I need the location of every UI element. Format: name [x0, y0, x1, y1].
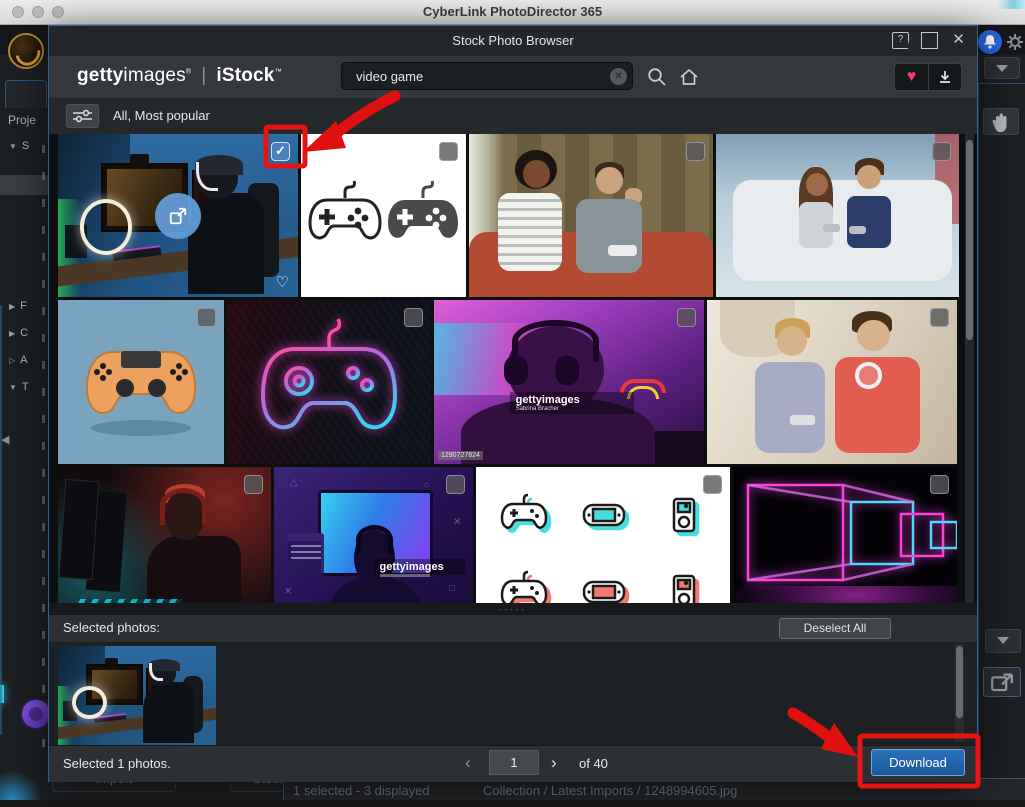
photo-kids-playing[interactable] — [716, 134, 959, 297]
tree-node[interactable]: ▶F — [9, 300, 27, 312]
panel-chevron-button[interactable] — [985, 629, 1021, 653]
photo-orange-gamepad[interactable] — [58, 300, 224, 464]
photo-checkbox[interactable] — [686, 142, 705, 161]
dialog-title: Stock Photo Browser — [49, 33, 977, 48]
photo-teen-boys[interactable] — [707, 300, 957, 464]
deselect-all-button[interactable]: Deselect All — [779, 618, 891, 639]
notification-bell-icon[interactable] — [978, 30, 1002, 54]
photo-grid: ♡ — [49, 134, 977, 603]
tree-node[interactable]: ▼S — [9, 140, 29, 152]
photo-checkbox[interactable] — [703, 475, 722, 494]
external-link-icon — [168, 206, 188, 226]
settings-gear-icon[interactable] — [1005, 32, 1025, 52]
photo-checkbox[interactable] — [271, 142, 290, 161]
status-file-path: Collection / Latest Imports / 1248994605… — [483, 783, 737, 798]
panel-collapse-handle[interactable]: ◀ — [1, 433, 9, 446]
dialog-titlebar[interactable]: Stock Photo Browser ? ✕ — [49, 26, 977, 56]
project-tab-label: Proje — [8, 113, 36, 127]
photo-id-label: 1290727824 — [438, 451, 483, 460]
status-selected-count: 1 selected - 3 displayed — [293, 783, 430, 798]
grid-scrollbar[interactable] — [965, 134, 974, 603]
search-box: ✕ — [341, 62, 633, 90]
photo-checkbox[interactable] — [930, 475, 949, 494]
photo-checkbox[interactable] — [244, 475, 263, 494]
selected-photo-thumbnail[interactable] — [58, 646, 216, 745]
library-selected-row[interactable] — [0, 175, 48, 195]
home-icon[interactable] — [678, 66, 700, 88]
search-icon[interactable] — [646, 66, 668, 88]
page-number-input[interactable]: 1 — [489, 750, 539, 775]
right-toolbar — [978, 83, 1025, 807]
photo-device-icons[interactable] — [476, 467, 730, 603]
maximize-icon[interactable] — [921, 32, 938, 49]
screen: CyberLink PhotoDirector 365 Proje ▼S ▶F … — [0, 0, 1025, 807]
filter-summary-label: All, Most popular — [113, 108, 210, 123]
selected-photos-header: Selected photos: Deselect All — [49, 615, 977, 642]
gettyimages-watermark: gettyimages Sabrina Bracher — [510, 392, 634, 414]
panel-divider[interactable]: ∙∙∙∙∙ — [49, 603, 977, 615]
photo-checkbox[interactable] — [932, 142, 951, 161]
close-icon[interactable]: ✕ — [950, 32, 967, 49]
photo-friends-celebrating[interactable] — [469, 134, 713, 297]
selected-panel-scrollbar[interactable] — [955, 644, 964, 742]
clear-search-icon[interactable]: ✕ — [610, 68, 627, 85]
macos-titlebar: CyberLink PhotoDirector 365 — [0, 0, 1025, 25]
external-window-button[interactable] — [983, 667, 1021, 697]
tree-node[interactable]: ▷A — [9, 354, 28, 366]
photo-gamer-purple[interactable]: gettyimages Sabrina Bracher 1290727824 — [434, 300, 704, 464]
hand-tool-button[interactable] — [983, 108, 1019, 135]
photo-checkbox[interactable] — [446, 475, 465, 494]
photo-checkbox[interactable] — [404, 308, 423, 327]
photo-gamer-at-desk[interactable]: ♡ — [58, 134, 298, 297]
app-title: CyberLink PhotoDirector 365 — [0, 4, 1025, 19]
search-input[interactable] — [354, 63, 594, 89]
downloads-button[interactable] — [928, 64, 961, 90]
prev-page-icon[interactable]: ‹ — [465, 753, 471, 773]
stock-photo-browser-dialog: Stock Photo Browser ? ✕ gettyimages®|iSt… — [48, 25, 978, 782]
photo-gamer-illustration[interactable]: △○ ✕✕ □ gettyimages — [274, 467, 473, 603]
tree-node[interactable]: ▶C — [9, 327, 28, 339]
desktop-streak — [997, 0, 1025, 9]
tree-items-truncated — [42, 145, 45, 765]
open-preview-button[interactable] — [155, 193, 201, 239]
download-button[interactable]: Download — [871, 749, 965, 776]
selected-photos-label: Selected photos: — [63, 620, 160, 635]
heart-icon: ♥ — [907, 68, 917, 86]
photo-checkbox[interactable] — [197, 308, 216, 327]
selected-count-text: Selected 1 photos. — [63, 756, 171, 771]
favorite-heart-icon[interactable]: ♡ — [276, 273, 289, 291]
photo-neon-gamepad[interactable] — [227, 300, 431, 464]
total-pages-label: of 40 — [579, 756, 608, 771]
download-icon — [937, 69, 953, 85]
next-page-icon[interactable]: › — [551, 753, 557, 773]
photo-neon-cubes[interactable] — [733, 467, 957, 603]
filter-options-button[interactable] — [66, 104, 99, 128]
gettyimages-watermark: gettyimages — [374, 559, 466, 575]
photo-checkbox[interactable] — [677, 308, 696, 327]
photo-checkbox[interactable] — [439, 142, 458, 161]
tree-node[interactable]: ▼T — [9, 381, 29, 393]
photodirector-logo — [8, 33, 44, 69]
photo-esports-player[interactable] — [58, 467, 271, 603]
tab-project[interactable] — [5, 80, 47, 108]
dialog-header: gettyimages®|iStock™ ✕ ♥ — [49, 56, 977, 98]
panel-chevron-button[interactable] — [984, 57, 1020, 79]
drag-handle-icon[interactable]: ∙∙∙∙∙ — [499, 604, 527, 614]
photo-checkbox[interactable] — [930, 308, 949, 327]
favorites-heart-button[interactable]: ♥ — [895, 64, 928, 90]
help-icon[interactable]: ? — [892, 32, 909, 49]
photo-two-gamepad-icons[interactable] — [301, 134, 466, 297]
selected-photos-panel — [49, 642, 977, 745]
gettyimages-istock-logo: gettyimages®|iStock™ — [77, 65, 282, 87]
dialog-footer: Selected 1 photos. ‹ 1 › of 40 Download — [49, 745, 977, 782]
filter-bar: All, Most popular — [49, 98, 977, 134]
